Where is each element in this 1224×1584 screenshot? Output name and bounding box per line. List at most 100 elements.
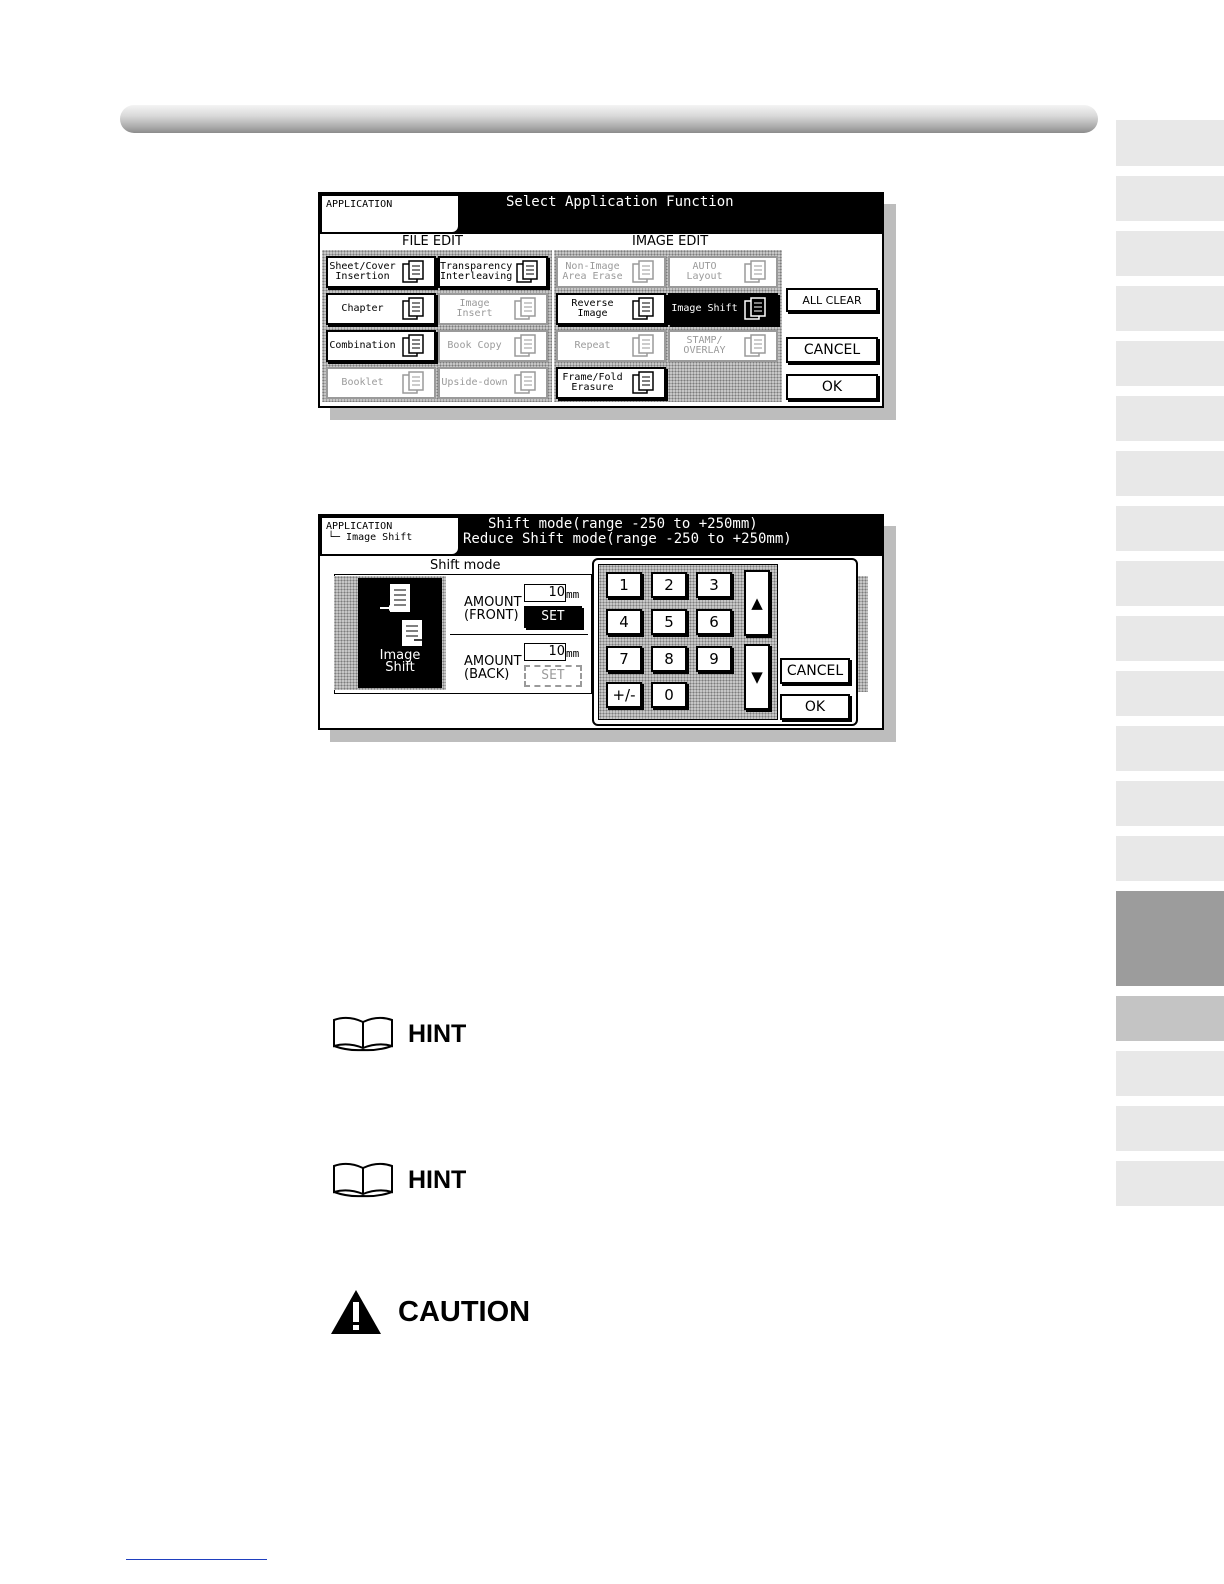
chapter-tab[interactable] [1116, 451, 1224, 496]
application-label: APPLICATION └─ Image Shift [322, 518, 458, 554]
image-edit-button-3[interactable]: Image Shift [668, 293, 778, 325]
keypad-ok-button[interactable]: OK [780, 694, 850, 720]
image-shift-label: Image Shift [379, 648, 421, 675]
amount-back-value: 10 [548, 644, 565, 659]
amount-front-label: AMOUNT (FRONT) [464, 595, 522, 623]
file-edit-button-2[interactable]: Chapter [326, 293, 436, 325]
chapter-tab[interactable] [1116, 891, 1224, 986]
image-edit-button-2[interactable]: Reverse Image [556, 293, 666, 325]
warning-icon [331, 1290, 381, 1334]
all-clear-button[interactable]: ALL CLEAR [786, 288, 878, 312]
chapter-tab[interactable] [1116, 1106, 1224, 1151]
keypad-cancel-button[interactable]: CANCEL [780, 658, 850, 684]
range-text-reduce: Reduce Shift mode(range -250 to +250mm) [463, 531, 792, 547]
sheets-stack-icon [397, 259, 431, 285]
auto-layout-icon [739, 259, 773, 285]
file-edit-button-3[interactable]: Image Insert [438, 293, 548, 325]
image-edit-button-label: Non-Image Area Erase [562, 261, 623, 282]
scroll-down-button[interactable]: ▼ [744, 644, 770, 710]
combination-grid-icon [397, 333, 431, 359]
chapter-tab[interactable] [1116, 561, 1224, 606]
keypad-key[interactable]: 9 [696, 646, 732, 672]
image-edit-button-1[interactable]: AUTO Layout [668, 256, 778, 288]
cancel-button[interactable]: CANCEL [786, 337, 878, 363]
keypad-key[interactable]: 8 [651, 646, 687, 672]
chapter-tab[interactable] [1116, 1051, 1224, 1096]
file-edit-button-label: Upside-down [441, 377, 508, 388]
upside-down-icon [509, 370, 543, 396]
file-edit-button-label: Book Copy [447, 340, 502, 351]
shift-mode-heading: Shift mode [430, 558, 501, 573]
caution-label: CAUTION [398, 1295, 531, 1328]
chapter-tab[interactable] [1116, 671, 1224, 716]
keypad-key[interactable]: 0 [651, 682, 687, 708]
caution-block: CAUTION [330, 1288, 530, 1336]
file-edit-button-4[interactable]: Combination [326, 330, 436, 362]
file-edit-button-1[interactable]: Transparency Interleaving [438, 256, 548, 288]
footer-link-line [126, 1559, 267, 1560]
amount-front-field[interactable]: 10 [524, 584, 566, 602]
scroll-up-button[interactable]: ▲ [744, 570, 770, 636]
screen-header: APPLICATION Select Application Function [320, 194, 882, 234]
file-edit-button-label: Transparency Interleaving [440, 261, 513, 282]
chapter-tab[interactable] [1116, 836, 1224, 881]
screen-header: APPLICATION └─ Image Shift Shift mode(ra… [320, 516, 882, 556]
file-edit-button-label: Combination [329, 340, 396, 351]
image-edit-button-label: Reverse Image [571, 298, 614, 319]
keypad-key[interactable]: 3 [696, 572, 732, 598]
chapter-tab[interactable] [1116, 996, 1224, 1041]
keypad-key[interactable]: 6 [696, 609, 732, 635]
set-back-button[interactable]: SET [524, 665, 582, 687]
set-front-button[interactable]: SET [524, 606, 582, 628]
image-edit-button-6[interactable]: Frame/Fold Erasure [556, 367, 666, 399]
chapter-tab[interactable] [1116, 781, 1224, 826]
chapter-tab[interactable] [1116, 726, 1224, 771]
set-front-label: SET [541, 609, 565, 624]
image-edit-button-5[interactable]: STAMP/ OVERLAY [668, 330, 778, 362]
keypad-key[interactable]: 1 [606, 572, 642, 598]
book-copy-icon [509, 333, 543, 359]
file-edit-button-0[interactable]: Sheet/Cover Insertion [326, 256, 436, 288]
image-edit-button-label: STAMP/ OVERLAY [683, 335, 726, 356]
application-text: APPLICATION [326, 521, 393, 532]
stamp-icon [739, 333, 773, 359]
chapter-tab[interactable] [1116, 231, 1224, 276]
amount-back-label: AMOUNT (BACK) [464, 654, 522, 682]
unit-label: mm [566, 647, 580, 660]
book-icon [333, 1162, 393, 1198]
unit-label: mm [566, 588, 580, 601]
chapter-tab[interactable] [1116, 120, 1224, 166]
hint-block-2: HINT [332, 1162, 466, 1198]
keypad-key[interactable]: 2 [651, 572, 687, 598]
chapter-tab[interactable] [1116, 396, 1224, 441]
chapter-tab[interactable] [1116, 286, 1224, 331]
back-row: AMOUNT (BACK) 10 mm SET [450, 634, 588, 691]
file-edit-button-7[interactable]: Upside-down [438, 367, 548, 399]
hint-block-1: HINT [332, 1016, 466, 1052]
amount-back-field[interactable]: 10 [524, 643, 566, 661]
range-text-shift: Shift mode(range -250 to +250mm) [488, 516, 758, 532]
keypad-key[interactable]: 7 [606, 646, 642, 672]
image-edit-heading: IMAGE EDIT [632, 234, 709, 249]
chapter-tab[interactable] [1116, 1161, 1224, 1206]
ok-button[interactable]: OK [786, 374, 878, 400]
file-edit-button-5[interactable]: Book Copy [438, 330, 548, 362]
breadcrumb: └─ Image Shift [328, 532, 413, 543]
chapter-tab[interactable] [1116, 341, 1224, 386]
book-icon [333, 1016, 393, 1052]
chapter-tab[interactable] [1116, 616, 1224, 661]
file-edit-button-6[interactable]: Booklet [326, 367, 436, 399]
chapter-tab[interactable] [1116, 506, 1224, 551]
image-shift-icon [739, 296, 773, 322]
image-edit-button-0[interactable]: Non-Image Area Erase [556, 256, 666, 288]
keypad-key[interactable]: 4 [606, 609, 642, 635]
image-edit-button-4[interactable]: Repeat [556, 330, 666, 362]
scrollbar-track[interactable] [858, 576, 868, 692]
frame-erase-icon [627, 370, 661, 396]
keypad-key[interactable]: 5 [651, 609, 687, 635]
image-shift-icon [380, 584, 424, 646]
image-shift-tile[interactable]: Image Shift [358, 578, 442, 688]
application-screen: APPLICATION Select Application Function … [318, 192, 884, 408]
chapter-tab[interactable] [1116, 176, 1224, 221]
keypad-key[interactable]: +/- [606, 682, 642, 708]
